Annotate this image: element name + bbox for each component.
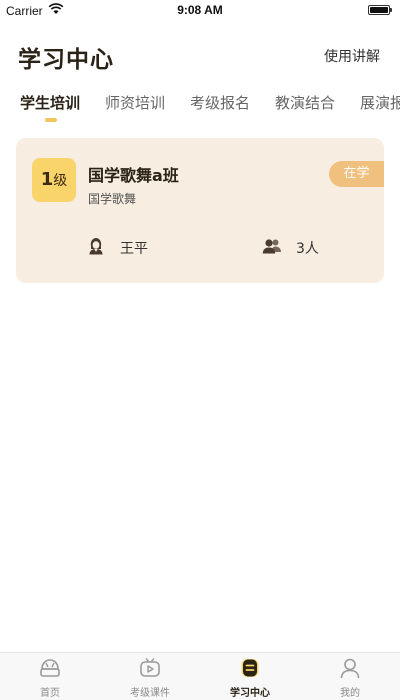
tab-exam-registration[interactable]: 考级报名 (190, 92, 250, 113)
level-number: 1 (40, 169, 54, 190)
student-count: 3人 (296, 241, 319, 257)
nav-label-home: 首页 (40, 688, 60, 699)
active-tab-indicator (45, 118, 57, 122)
nav-study-center[interactable]: 学习中心 (200, 653, 300, 700)
tab-showcase[interactable]: 展演报 (360, 92, 400, 113)
status-badge: 在学 (329, 161, 384, 187)
course-category: 国学歌舞 (88, 192, 137, 206)
nav-label-study-center: 学习中心 (230, 688, 270, 699)
profile-icon (340, 658, 360, 679)
study-center-icon (241, 659, 259, 677)
video-courseware-icon (140, 658, 160, 677)
page-title: 学习中心 (18, 47, 114, 73)
teacher-icon (89, 238, 103, 255)
status-time: 9:08 AM (177, 3, 223, 17)
tab-student-training[interactable]: 学生培训 (20, 92, 80, 113)
teacher-name: 王平 (120, 241, 148, 257)
bottom-nav: 首页 考级课件 学习中心 我的 (0, 652, 400, 700)
level-unit: 级 (53, 173, 68, 189)
tab-teaching-performance[interactable]: 教演结合 (275, 92, 335, 113)
nav-home[interactable]: 首页 (0, 653, 100, 700)
course-card[interactable]: 1级 国学歌舞a班 国学歌舞 在学 王平 3人 (16, 138, 384, 283)
nav-profile[interactable]: 我的 (300, 653, 400, 700)
students-icon (262, 239, 281, 254)
home-icon (40, 659, 60, 677)
status-bar: Carrier 9:08 AM (0, 0, 400, 22)
category-tabs: 学生培训 师资培训 考级报名 教演结合 展演报 (0, 88, 400, 128)
tab-teacher-training[interactable]: 师资培训 (105, 92, 165, 113)
nav-label-profile: 我的 (340, 688, 360, 699)
usage-guide-link[interactable]: 使用讲解 (324, 46, 380, 66)
battery-icon (368, 5, 392, 15)
level-badge: 1级 (32, 158, 76, 202)
nav-courseware[interactable]: 考级课件 (100, 653, 200, 700)
nav-label-courseware: 考级课件 (130, 688, 170, 699)
course-name: 国学歌舞a班 (88, 166, 179, 185)
